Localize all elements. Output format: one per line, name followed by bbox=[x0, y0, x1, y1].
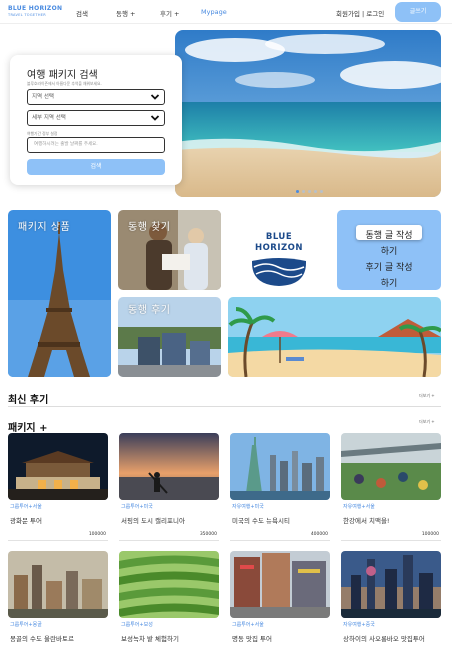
package-title: 한강에서 치맥을! bbox=[343, 517, 390, 525]
region-select[interactable]: 지역 선택 bbox=[27, 89, 165, 105]
cta-write-companion-suffix: 하기 bbox=[380, 247, 398, 257]
package-image bbox=[341, 551, 441, 618]
nav-companion[interactable]: 동행 + bbox=[116, 8, 135, 18]
header: BLUE HORIZON TRAVEL TOGETHER 검색 동행 + 후기 … bbox=[0, 0, 452, 24]
package-title: 서핑의 도시 캘리포니아 bbox=[121, 517, 185, 525]
card-divider bbox=[8, 540, 108, 541]
surfer-sunset-image bbox=[119, 433, 219, 500]
package-title: 상하이의 사오롱바오 맛집투어 bbox=[343, 635, 425, 643]
shanghai-skyline-image bbox=[341, 551, 441, 618]
ulaanbaatar-image bbox=[8, 551, 108, 618]
package-tag: 그룹투어+보성 bbox=[121, 622, 153, 628]
package-tag: 그룹투어+몽골 bbox=[10, 622, 42, 628]
logo[interactable]: BLUE HORIZON TRAVEL TOGETHER bbox=[8, 5, 62, 17]
search-description: 블루호라이즌에서 아름다운 추억을 채워보세요. bbox=[27, 81, 102, 86]
brand-logo: BLUE HORIZON bbox=[228, 210, 330, 296]
package-title: 몽골의 수도 울란바토르 bbox=[10, 635, 74, 643]
section-divider bbox=[8, 406, 441, 407]
search-card: 여행 패키지 검색 블루호라이즌에서 아름다운 추억을 채워보세요. 지역 선택… bbox=[10, 55, 182, 185]
wave-logo-icon bbox=[252, 258, 306, 286]
package-image bbox=[8, 551, 108, 618]
carousel-dot[interactable] bbox=[314, 190, 317, 193]
tile-review-label: 동행 후기 bbox=[128, 305, 171, 316]
beach-illustration-image bbox=[228, 297, 441, 377]
write-button[interactable]: 글쓰기 bbox=[395, 2, 441, 22]
packages-title[interactable]: 패키지 + bbox=[8, 419, 47, 434]
search-button[interactable]: 검색 bbox=[27, 159, 165, 175]
eiffel-tower-image bbox=[8, 210, 111, 377]
latest-reviews-more[interactable]: 더보기 + bbox=[419, 393, 435, 399]
date-input[interactable]: 여행하시려는 출발 날짜를 주세요. bbox=[27, 137, 165, 153]
myeongdong-street-image bbox=[230, 551, 330, 618]
page: BLUE HORIZON TRAVEL TOGETHER 검색 동행 + 후기 … bbox=[0, 0, 452, 646]
package-price: 100000 bbox=[88, 532, 106, 537]
card-divider bbox=[230, 540, 330, 541]
nav-review[interactable]: 후기 + bbox=[160, 8, 179, 18]
brand-name-line2: HORIZON bbox=[254, 243, 304, 253]
cta-write-review[interactable]: 후기 글 작성 bbox=[337, 260, 441, 273]
package-title: 보성녹차 밭 체험하기 bbox=[121, 635, 179, 643]
subregion-select-value: 세부 지역 선택 bbox=[32, 115, 66, 121]
region-select-value: 지역 선택 bbox=[32, 94, 54, 100]
green-tea-field-image bbox=[119, 551, 219, 618]
subregion-select[interactable]: 세부 지역 선택 bbox=[27, 110, 165, 126]
package-image bbox=[341, 433, 441, 500]
nav-search[interactable]: 검색 bbox=[76, 8, 88, 18]
package-image bbox=[119, 433, 219, 500]
package-tag: 그룹투어+서울 bbox=[10, 504, 42, 510]
carousel-dot[interactable] bbox=[302, 190, 305, 193]
package-tag: 그룹투어+미국 bbox=[121, 504, 153, 510]
latest-reviews-title: 최신 후기 bbox=[8, 395, 49, 406]
nav-mypage[interactable]: Mypage bbox=[201, 8, 227, 16]
statue-of-liberty-image bbox=[230, 433, 330, 500]
chevron-down-icon bbox=[150, 115, 160, 121]
carousel-dot[interactable] bbox=[296, 190, 299, 193]
package-tag: 자유여행+서울 bbox=[343, 504, 375, 510]
gwanghwamun-image bbox=[8, 433, 108, 500]
cta-tile[interactable]: 동행 글 작성 하기 후기 글 작성 하기 bbox=[337, 210, 441, 290]
package-title: 명동 맛집 투어 bbox=[232, 635, 273, 643]
package-price: 350000 bbox=[199, 532, 217, 537]
package-price: 100000 bbox=[421, 532, 439, 537]
tile-package-label: 패키지 상품 bbox=[18, 222, 71, 233]
tile-companion-label: 동행 찾기 bbox=[128, 222, 171, 233]
package-title: 미국의 수도 뉴욕시티 bbox=[232, 517, 290, 525]
carousel-dots bbox=[296, 190, 323, 193]
card-divider bbox=[341, 540, 441, 541]
auth-links[interactable]: 회원가입 | 로그인 bbox=[336, 8, 384, 18]
hero-carousel[interactable] bbox=[175, 30, 441, 197]
logo-text: BLUE HORIZON bbox=[8, 5, 63, 12]
tile-review[interactable]: 동행 후기 bbox=[118, 297, 221, 377]
tile-companion[interactable]: 동행 찾기 bbox=[118, 210, 221, 290]
search-title: 여행 패키지 검색 bbox=[27, 70, 98, 81]
package-title: 광화문 투어 bbox=[10, 517, 42, 525]
chevron-down-icon bbox=[150, 94, 160, 100]
cta-write-review-suffix: 하기 bbox=[380, 279, 398, 289]
package-tag: 자유여행+중국 bbox=[343, 622, 375, 628]
packages-more[interactable]: 더보기 + bbox=[419, 419, 435, 425]
hero-beach-image bbox=[175, 30, 441, 197]
package-image bbox=[230, 551, 330, 618]
package-image bbox=[230, 433, 330, 500]
brand-name-line1: BLUE bbox=[265, 232, 293, 242]
package-tag: 자유여행+미국 bbox=[232, 504, 264, 510]
tile-package[interactable]: 패키지 상품 bbox=[8, 210, 111, 377]
card-divider bbox=[119, 540, 219, 541]
logo-tagline: TRAVEL TOGETHER bbox=[8, 13, 46, 17]
package-image bbox=[119, 551, 219, 618]
package-price: 400000 bbox=[310, 532, 328, 537]
package-tag: 그룹투어+서울 bbox=[232, 622, 264, 628]
han-river-image bbox=[341, 433, 441, 500]
tile-beach-illustration[interactable] bbox=[228, 297, 441, 377]
cta-write-companion[interactable]: 동행 글 작성 bbox=[337, 228, 441, 241]
carousel-dot[interactable] bbox=[308, 190, 311, 193]
package-image bbox=[8, 433, 108, 500]
carousel-dot[interactable] bbox=[320, 190, 323, 193]
